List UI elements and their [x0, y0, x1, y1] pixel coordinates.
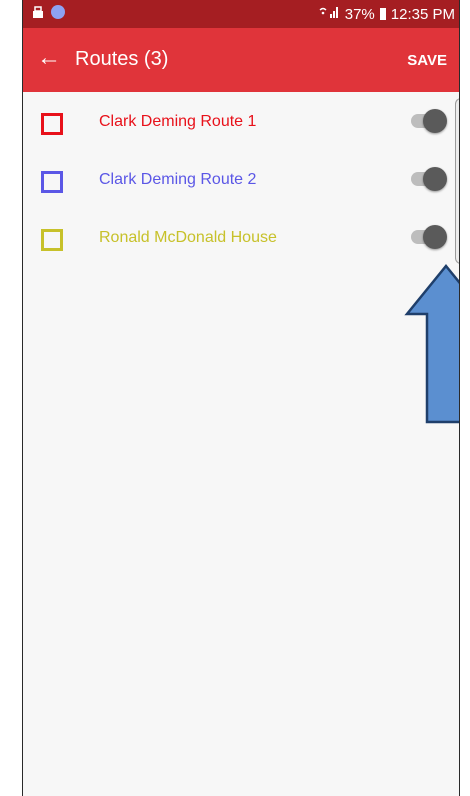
- toggle-thumb: [423, 109, 447, 133]
- route-name: Clark Deming Route 2: [99, 171, 257, 188]
- route-color-swatch: [41, 113, 63, 135]
- edge-panel-handle[interactable]: [455, 98, 459, 264]
- up-arrow-annotation: [403, 262, 459, 431]
- route-name: Ronald McDonald House: [99, 229, 277, 246]
- battery-percent: 37%: [344, 5, 375, 23]
- toggle-thumb: [423, 225, 447, 249]
- route-name: Clark Deming Route 1: [99, 113, 257, 130]
- status-bar: 37% 12:35 PM: [23, 0, 459, 28]
- route-list: Clark Deming Route 1 Clark Deming Route 2…: [23, 92, 459, 266]
- route-toggle-switch[interactable]: [411, 225, 447, 249]
- back-arrow-icon[interactable]: ←: [37, 46, 61, 70]
- clock: 12:35 PM: [390, 5, 455, 23]
- signal-icon: [318, 5, 340, 23]
- phone-screen: 37% 12:35 PM ← Routes (3) SAVE Clark Dem…: [22, 0, 460, 796]
- route-color-swatch: [41, 229, 63, 251]
- notification-icon-2: [51, 5, 65, 19]
- route-row[interactable]: Ronald McDonald House: [23, 208, 459, 266]
- toggle-thumb: [423, 167, 447, 191]
- route-row[interactable]: Clark Deming Route 1: [23, 92, 459, 150]
- route-color-swatch: [41, 171, 63, 193]
- route-toggle-switch[interactable]: [411, 109, 447, 133]
- route-toggle-switch[interactable]: [411, 167, 447, 191]
- notification-icon: [31, 5, 45, 19]
- status-right: 37% 12:35 PM: [318, 5, 455, 23]
- route-row[interactable]: Clark Deming Route 2: [23, 150, 459, 208]
- battery-icon: [379, 8, 386, 20]
- status-left-icons: [31, 5, 65, 19]
- page-title: Routes (3): [75, 48, 169, 70]
- save-button[interactable]: SAVE: [407, 52, 447, 69]
- app-bar: ← Routes (3) SAVE: [23, 28, 459, 92]
